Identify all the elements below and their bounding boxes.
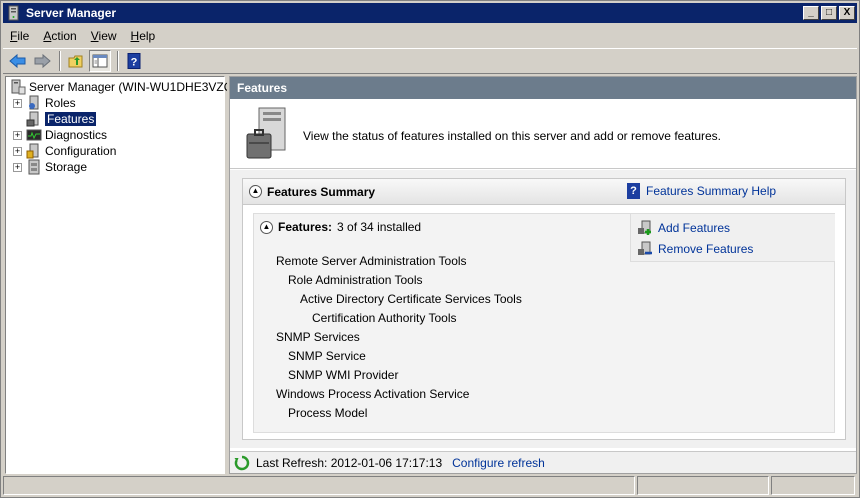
content-header: Features [230,77,856,99]
roles-icon [29,95,39,110]
tree-item-storage[interactable]: + Storage [13,159,87,175]
status-pane-tertiary [771,476,855,495]
refresh-status-bar: Last Refresh: 2012-01-06 17:17:13 Config… [230,451,856,473]
toolbar-separator [59,51,61,71]
last-refresh-text: Last Refresh: 2012-01-06 17:17:13 [256,455,443,470]
feature-item: Role Administration Tools [288,273,423,287]
features-label: Features: [278,220,333,234]
tree-root-label: Server Manager (WIN-WU1DHE3VZQ6) [29,80,244,94]
tree-item-roles[interactable]: + Roles [13,95,76,111]
add-features-icon [638,220,651,235]
window-title: Server Manager [26,6,117,20]
expand-toggle[interactable]: + [13,130,22,140]
collapse-features-button[interactable]: ▲ [260,220,273,234]
expand-toggle[interactable]: + [13,98,22,108]
status-bar [3,476,857,496]
collapse-summary-button[interactable]: ▲ [249,185,262,198]
menu-view[interactable]: View [84,29,124,43]
features-summary-title: Features Summary [267,185,376,199]
back-button[interactable] [7,50,29,72]
tree-item-label: Configuration [45,144,117,158]
features-server-icon [246,107,286,159]
expand-toggle[interactable]: + [13,146,22,156]
features-summary-panel: ▲ Features Summary ? Features Summary He… [242,178,846,440]
features-section: ▲ Features: 3 of 34 installed Remote Ser… [253,213,835,433]
feature-item: Process Model [288,406,368,420]
tree-item-diagnostics[interactable]: + Diagnostics [13,127,107,143]
tree-item-label: Roles [45,96,76,110]
status-pane-secondary [637,476,769,495]
toolbar: ? [3,48,857,74]
feature-item: SNMP Services [276,330,360,344]
configure-refresh-link[interactable]: Configure refresh [452,456,545,470]
svg-text:?: ? [131,57,138,69]
console-tree: Server Manager (WIN-WU1DHE3VZQ6) + Roles… [5,76,244,474]
features-icon [26,111,39,127]
status-pane-main [3,476,635,495]
remove-features-icon [638,241,652,255]
forward-button[interactable] [31,50,53,72]
tree-item-configuration[interactable]: + Configuration [13,143,116,159]
toolbar-separator [117,51,119,71]
diagnostics-icon [26,129,42,141]
add-features-link[interactable]: Add Features [637,220,730,236]
feature-item: Windows Process Activation Service [276,387,470,401]
features-tasks: Add Features Remove Features [630,214,835,262]
show-hide-console-tree-button[interactable] [89,50,111,72]
feature-item: SNMP WMI Provider [288,368,399,382]
feature-item: SNMP Service [288,349,366,363]
remove-features-link[interactable]: Remove Features [637,241,753,257]
server-manager-app-icon [8,5,19,21]
feature-item: Active Directory Certificate Services To… [300,292,522,306]
server-icon [11,79,26,95]
up-folder-icon [68,55,83,68]
tree-root-server-manager[interactable]: Server Manager (WIN-WU1DHE3VZQ6) [10,79,244,95]
up-one-level-button[interactable] [65,50,87,72]
show-hide-tree-icon [92,54,108,68]
help-icon: ? [627,183,640,199]
help-icon: ? [127,53,141,69]
server-manager-window: Server Manager _ □ X File Action View He… [0,0,860,498]
refresh-icon [234,455,250,470]
title-bar[interactable]: Server Manager _ □ X [3,3,857,23]
features-content-pane: Features View the status of features ins… [229,76,857,474]
features-summary-help-link[interactable]: ? Features Summary Help [627,183,776,199]
tree-item-label: Diagnostics [45,128,108,142]
menu-file[interactable]: File [3,29,36,43]
tree-item-label: Storage [45,160,88,174]
configuration-icon [26,143,39,159]
tree-item-label: Features [43,111,98,127]
expand-toggle[interactable]: + [13,162,22,172]
menu-bar: File Action View Help [3,25,857,47]
minimize-button[interactable]: _ [803,6,819,20]
summary-area: ▲ Features Summary ? Features Summary He… [230,170,856,448]
intro-section: View the status of features installed on… [230,99,856,169]
features-installed-count: 3 of 34 installed [337,220,422,234]
maximize-button[interactable]: □ [821,6,837,20]
tree-item-features[interactable]: Features [26,111,98,127]
features-summary-header: ▲ Features Summary ? Features Summary He… [243,179,845,205]
forward-arrow-icon [34,53,51,69]
back-arrow-icon [9,53,26,69]
intro-description: View the status of features installed on… [303,129,722,143]
help-button[interactable]: ? [123,50,145,72]
feature-item: Certification Authority Tools [312,311,457,325]
close-button[interactable]: X [839,6,855,20]
menu-action[interactable]: Action [36,29,83,43]
storage-icon [28,159,40,175]
features-section-header: ▲ Features: 3 of 34 installed [260,220,421,234]
feature-item: Remote Server Administration Tools [276,254,467,268]
menu-help[interactable]: Help [124,29,163,43]
